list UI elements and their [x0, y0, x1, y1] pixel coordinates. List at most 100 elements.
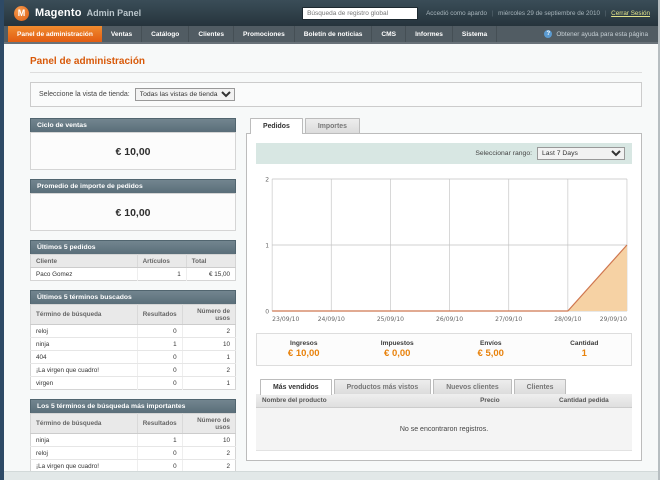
global-search-input[interactable]: [302, 6, 419, 20]
cell-results: 0: [137, 350, 183, 364]
column-header: Resultados: [137, 304, 183, 325]
top-search-terms-table: Término de búsqueda Resultados Número de…: [30, 413, 236, 480]
chart-panel-body: Seleccionar rango: Last 7 Days 0 1 2 23/09/…: [246, 133, 642, 461]
last-orders-table: Cliente Artículos Total Paco Gomez 1 € 1…: [30, 254, 236, 281]
separator: |: [491, 9, 494, 17]
dashboard-main-panel: Pedidos Importes Seleccionar rango: Last…: [246, 118, 642, 461]
cell-customer: Paco Gomez: [30, 267, 138, 281]
stat-shipping: Envíos € 5,00: [444, 340, 538, 359]
cell-term: reloj: [30, 446, 138, 460]
svg-text:28/09/10: 28/09/10: [554, 316, 581, 323]
cell-uses: 2: [182, 324, 236, 338]
nav-item-sales[interactable]: Ventas: [102, 26, 143, 42]
tab-bestsellers[interactable]: Más vendidos: [260, 379, 332, 395]
get-help-link[interactable]: ? Obtener ayuda para esta página: [544, 26, 660, 42]
top-search-terms-title: Los 5 términos de búsqueda más important…: [30, 399, 236, 413]
cell-results: 1: [137, 433, 183, 447]
table-row[interactable]: virgen 0 1: [30, 376, 236, 390]
nav-item-promotions[interactable]: Promociones: [234, 26, 295, 42]
stat-revenue: Ingresos € 10,00: [257, 340, 351, 359]
logo-subtitle: Admin Panel: [86, 8, 142, 18]
current-date: miércoles 29 de septiembre de 2010: [498, 9, 600, 17]
last-search-terms-title: Últimos 5 términos buscados: [30, 290, 236, 304]
tab-orders[interactable]: Pedidos: [250, 118, 303, 134]
stat-label: Ingresos: [290, 340, 318, 347]
cell-results: 0: [137, 446, 183, 460]
stat-value: 1: [581, 348, 587, 359]
stat-label: Envíos: [479, 340, 502, 347]
get-help-label: Obtener ayuda para esta página: [556, 30, 648, 38]
dashboard-sidebar: Ciclo de ventas € 10,00 Promedio de impo…: [30, 118, 236, 480]
help-icon: ?: [544, 30, 553, 38]
table-row[interactable]: reloj 0 2: [30, 324, 236, 338]
cell-uses: 2: [182, 363, 236, 377]
column-header: Término de búsqueda: [30, 413, 138, 434]
nav-item-dashboard[interactable]: Panel de administración: [8, 26, 102, 42]
totals-row: Ingresos € 10,00 Impuestos € 0,00 Envíos…: [256, 333, 632, 366]
tab-most-viewed[interactable]: Productos más vistos: [333, 379, 432, 394]
column-header: Número de usos: [182, 413, 236, 434]
store-view-select[interactable]: Todas las vistas de tienda: [134, 88, 235, 101]
cell-uses: 1: [226, 379, 230, 387]
svg-text:27/09/10: 27/09/10: [495, 316, 522, 323]
svg-text:24/09/10: 24/09/10: [318, 316, 345, 323]
table-row[interactable]: 404 0 1: [30, 350, 236, 364]
svg-text:25/09/10: 25/09/10: [377, 316, 404, 323]
cell-uses: 10: [182, 433, 236, 447]
tab-customers[interactable]: Clientes: [513, 379, 567, 394]
range-select[interactable]: Last 7 Days: [537, 147, 625, 160]
tab-amounts[interactable]: Importes: [304, 118, 360, 133]
top-search-terms-box: Los 5 términos de búsqueda más important…: [30, 399, 236, 480]
main-navigation: Panel de administración Ventas Catálogo …: [0, 26, 660, 44]
cell-uses: 2: [182, 446, 236, 460]
title-divider: [30, 72, 642, 73]
stat-quantity: Cantidad 1: [538, 340, 632, 359]
cell-results: 0: [137, 363, 183, 377]
top-header: M Magento Admin Panel Accedió como apard…: [0, 0, 660, 26]
magento-admin-window: M Magento Admin Panel Accedió como apard…: [0, 0, 660, 480]
nav-item-catalog[interactable]: Catálogo: [142, 26, 190, 42]
svg-text:1: 1: [265, 242, 269, 249]
store-view-switcher: Seleccione la vista de tienda: Todas las…: [30, 82, 642, 107]
table-row[interactable]: reloj 0 2: [30, 446, 236, 460]
nav-item-reports[interactable]: Informes: [406, 26, 453, 42]
column-header: Término de búsqueda: [30, 304, 138, 325]
column-header: Número de usos: [182, 304, 236, 325]
last-search-terms-table: Término de búsqueda Resultados Número de…: [30, 304, 236, 390]
page-title: Panel de administración: [30, 56, 146, 67]
last-orders-box: Últimos 5 pedidos Cliente Artículos Tota…: [30, 240, 236, 281]
lifetime-sales-title: Ciclo de ventas: [30, 118, 236, 132]
column-header: Cliente: [30, 254, 138, 268]
cell-results: 0: [137, 324, 183, 338]
nav-item-newsletter[interactable]: Boletín de noticias: [295, 26, 373, 42]
table-row[interactable]: ¡La virgen que cuadro! 0 2: [30, 363, 236, 377]
cell-term: 404: [30, 350, 138, 364]
stat-value: € 10,00: [287, 348, 320, 359]
table-row[interactable]: ninja 1 10: [30, 337, 236, 351]
cell-results: 0: [137, 376, 183, 390]
average-orders-box: Promedio de importe de pedidos € 10,00: [30, 179, 236, 231]
svg-text:0: 0: [265, 308, 269, 315]
stat-label: Impuestos: [380, 340, 414, 347]
tab-new-customers[interactable]: Nuevos clientes: [433, 379, 512, 394]
cell-term: ninja: [30, 337, 138, 351]
cell-term: reloj: [30, 324, 138, 338]
average-orders-title: Promedio de importe de pedidos: [30, 179, 236, 193]
logout-link[interactable]: Cerrar Sesión: [611, 10, 650, 17]
nav-item-system[interactable]: Sistema: [453, 26, 498, 42]
stat-value: € 5,00: [477, 348, 504, 359]
table-row[interactable]: Paco Gomez 1 € 15,00: [30, 267, 236, 281]
store-view-label: Seleccione la vista de tienda:: [39, 91, 130, 98]
range-selector-bar: Seleccionar rango: Last 7 Days: [256, 143, 632, 164]
table-row[interactable]: ninja 1 10: [30, 433, 236, 447]
column-header: Cantidad pedida: [553, 394, 632, 408]
logged-in-as: Accedió como apardo: [426, 9, 487, 17]
column-header: Total: [186, 254, 236, 268]
footer-strip: [0, 471, 660, 480]
column-header: Resultados: [137, 413, 183, 434]
nav-item-cms[interactable]: CMS: [372, 26, 407, 42]
nav-item-customers[interactable]: Clientes: [189, 26, 234, 42]
svg-text:26/09/10: 26/09/10: [436, 316, 463, 323]
lifetime-sales-value: € 10,00: [115, 146, 151, 158]
chart-tabs: Pedidos Importes: [246, 118, 642, 134]
